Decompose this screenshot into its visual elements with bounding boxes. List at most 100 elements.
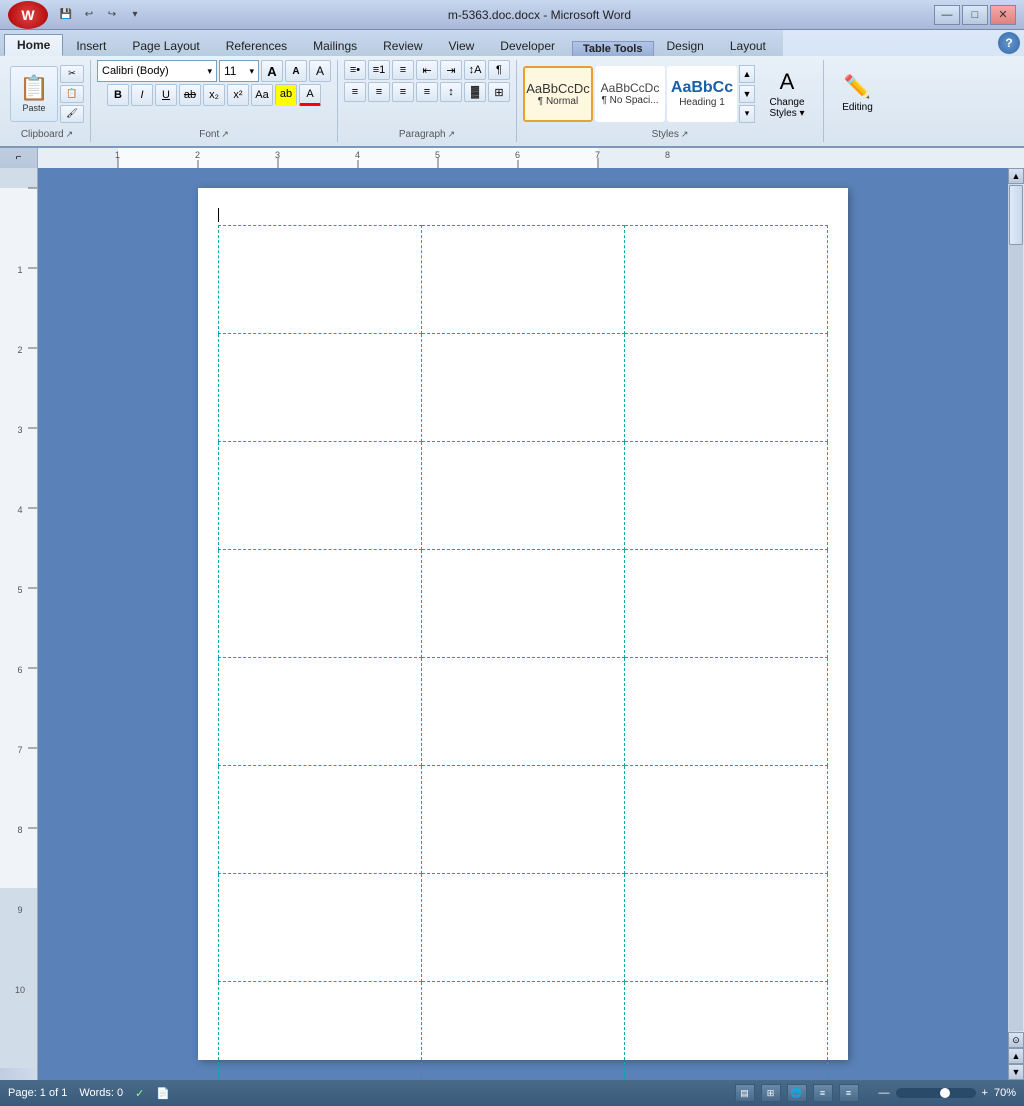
line-spacing-button[interactable]: ↕ xyxy=(440,82,462,102)
bold-button[interactable]: B xyxy=(107,84,129,106)
cut-button[interactable]: ✂ xyxy=(60,65,84,83)
table-cell[interactable] xyxy=(625,874,828,982)
case-button[interactable]: Aa xyxy=(251,84,273,106)
tab-view[interactable]: View xyxy=(436,34,488,56)
font-size-box[interactable]: 11 ▾ xyxy=(219,60,259,82)
sort-button[interactable]: ↕A xyxy=(464,60,486,80)
table-cell[interactable] xyxy=(422,766,625,874)
styles-dialog-icon[interactable]: ↗ xyxy=(681,129,689,140)
justify-button[interactable]: ≡ xyxy=(416,82,438,102)
table-cell[interactable] xyxy=(625,550,828,658)
table-cell[interactable] xyxy=(219,550,422,658)
superscript-button[interactable]: x² xyxy=(227,84,249,106)
font-shrink-button[interactable]: A xyxy=(285,60,307,82)
full-screen-view-button[interactable]: ⊞ xyxy=(761,1084,781,1102)
spell-check-icon[interactable]: ✓ xyxy=(135,1087,144,1100)
align-center-button[interactable]: ≡ xyxy=(368,82,390,102)
font-grow-button[interactable]: A xyxy=(261,60,283,82)
tab-insert[interactable]: Insert xyxy=(63,34,119,56)
document-table[interactable] xyxy=(218,225,828,1080)
decrease-indent-button[interactable]: ⇤ xyxy=(416,60,438,80)
table-cell[interactable] xyxy=(219,442,422,550)
table-cell[interactable] xyxy=(422,334,625,442)
tab-layout[interactable]: Layout xyxy=(717,34,779,56)
help-button[interactable]: ? xyxy=(998,32,1020,54)
paragraph-dialog-icon[interactable]: ↗ xyxy=(448,129,456,140)
table-cell[interactable] xyxy=(625,442,828,550)
table-cell[interactable] xyxy=(219,226,422,334)
maximize-button[interactable]: □ xyxy=(962,5,988,25)
font-name-box[interactable]: Calibri (Body) ▾ xyxy=(97,60,217,82)
scroll-up-button[interactable]: ▲ xyxy=(1008,168,1024,184)
zoom-slider[interactable] xyxy=(896,1088,976,1098)
table-cell[interactable] xyxy=(422,442,625,550)
zoom-minus-button[interactable]: — xyxy=(879,1087,890,1099)
table-cell[interactable] xyxy=(625,766,828,874)
web-layout-view-button[interactable]: 🌐 xyxy=(787,1084,807,1102)
tab-page-layout[interactable]: Page Layout xyxy=(119,34,212,56)
increase-indent-button[interactable]: ⇥ xyxy=(440,60,462,80)
office-button[interactable]: W xyxy=(8,1,48,29)
table-cell[interactable] xyxy=(625,982,828,1081)
previous-page-button[interactable]: ▲ xyxy=(1008,1048,1024,1064)
tab-mailings[interactable]: Mailings xyxy=(300,34,370,56)
table-cell[interactable] xyxy=(219,874,422,982)
borders-button[interactable]: ⊞ xyxy=(488,82,510,102)
tab-review[interactable]: Review xyxy=(370,34,435,56)
scroll-track[interactable] xyxy=(1009,185,1023,1031)
quick-access-more-button[interactable]: ▾ xyxy=(125,5,145,25)
styles-scroll-up-button[interactable]: ▲ xyxy=(739,65,755,83)
table-cell[interactable] xyxy=(422,226,625,334)
strikethrough-button[interactable]: ab xyxy=(179,84,201,106)
undo-button[interactable]: ↩ xyxy=(79,5,99,25)
style-no-spacing[interactable]: AaBbCcDc ¶ No Spaci... xyxy=(595,66,665,122)
table-cell[interactable] xyxy=(625,334,828,442)
tab-home[interactable]: Home xyxy=(4,34,63,56)
minimize-button[interactable]: — xyxy=(934,5,960,25)
subscript-button[interactable]: x₂ xyxy=(203,84,225,106)
scroll-thumb[interactable] xyxy=(1009,185,1023,245)
format-painter-button[interactable]: 🖌 xyxy=(60,105,84,123)
shading-button[interactable]: ▓ xyxy=(464,82,486,102)
table-cell[interactable] xyxy=(422,982,625,1081)
close-button[interactable]: ✕ xyxy=(990,5,1016,25)
styles-scroll-down-button[interactable]: ▼ xyxy=(739,85,755,103)
font-dialog-icon[interactable]: ↗ xyxy=(221,129,229,140)
select-browse-object-button[interactable]: ⊙ xyxy=(1008,1032,1024,1048)
document-area[interactable] xyxy=(38,168,1008,1080)
multilevel-list-button[interactable]: ≡ xyxy=(392,60,414,80)
clipboard-dialog-icon[interactable]: ↗ xyxy=(66,129,74,140)
table-cell[interactable] xyxy=(422,874,625,982)
editing-button[interactable]: ✏️ Editing xyxy=(830,74,885,113)
style-normal[interactable]: AaBbCcDc ¶ Normal xyxy=(523,66,593,122)
align-right-button[interactable]: ≡ xyxy=(392,82,414,102)
table-cell[interactable] xyxy=(625,658,828,766)
clear-formatting-button[interactable]: A xyxy=(309,60,331,82)
show-marks-button[interactable]: ¶ xyxy=(488,60,510,80)
zoom-plus-button[interactable]: + xyxy=(982,1087,988,1099)
copy-button[interactable]: 📋 xyxy=(60,85,84,103)
next-page-button[interactable]: ▼ xyxy=(1008,1064,1024,1080)
table-cell[interactable] xyxy=(422,658,625,766)
italic-button[interactable]: I xyxy=(131,84,153,106)
table-cell[interactable] xyxy=(625,226,828,334)
align-left-button[interactable]: ≡ xyxy=(344,82,366,102)
save-button[interactable]: 💾 xyxy=(56,5,76,25)
change-styles-button[interactable]: A ChangeStyles ▾ xyxy=(757,69,817,119)
redo-button[interactable]: ↪ xyxy=(102,5,122,25)
tab-references[interactable]: References xyxy=(213,34,300,56)
font-name-dropdown-icon[interactable]: ▾ xyxy=(207,66,212,77)
font-size-dropdown-icon[interactable]: ▾ xyxy=(249,66,254,77)
ruler-corner[interactable]: ⌐ xyxy=(0,148,38,168)
highlight-button[interactable]: ab xyxy=(275,84,297,106)
styles-scroll-more-button[interactable]: ▾ xyxy=(739,105,755,123)
numbering-button[interactable]: ≡1 xyxy=(368,60,390,80)
table-cell[interactable] xyxy=(219,334,422,442)
outline-view-button[interactable]: ≡ xyxy=(813,1084,833,1102)
table-cell[interactable] xyxy=(422,550,625,658)
underline-button[interactable]: U xyxy=(155,84,177,106)
document-page[interactable] xyxy=(198,188,848,1060)
tab-developer[interactable]: Developer xyxy=(487,34,568,56)
font-color-button[interactable]: A xyxy=(299,84,321,106)
table-cell[interactable] xyxy=(219,982,422,1081)
